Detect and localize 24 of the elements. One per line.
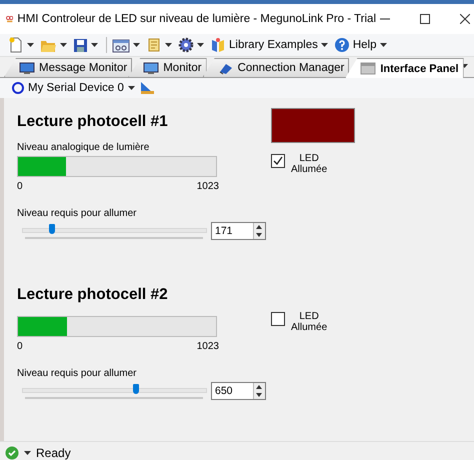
checkbox-sublabel: Allumée — [291, 322, 328, 333]
range-min-label: 0 — [17, 181, 23, 192]
tab[interactable]: Monitor — [128, 58, 207, 77]
checkbox-sublabel: Allumée — [291, 164, 328, 175]
slider-label: Niveau requis pour allumer — [17, 368, 138, 380]
window-title: HMI Controleur de LED sur niveau de lumière - MegunoLink Pro - Trial — [17, 13, 376, 25]
tab[interactable]: Message Monitor — [4, 58, 132, 77]
number-field[interactable]: 171 — [211, 222, 266, 240]
level-label: Niveau analogique de lumière — [17, 142, 150, 154]
status-text: Ready — [36, 446, 71, 460]
toolbar-label[interactable]: Library Examples — [229, 39, 318, 51]
slider-label: Niveau requis pour allumer — [17, 208, 138, 220]
checkbox-label: LED — [299, 311, 319, 322]
range-max-label: 1023 — [196, 341, 219, 352]
range-min-label: 0 — [17, 341, 23, 352]
range-max-label: 1023 — [196, 181, 219, 192]
section-title: Lecture photocell #1 — [17, 113, 169, 132]
checkbox-label: LED — [299, 153, 319, 164]
tab[interactable]: Connection Manager — [202, 58, 350, 77]
tab[interactable]: Interface Panel — [345, 58, 464, 78]
number-field[interactable]: 650 — [211, 382, 266, 400]
device-selector[interactable]: My Serial Device 0 — [28, 82, 124, 94]
toolbar-label[interactable]: Help — [352, 39, 376, 51]
section-title: Lecture photocell #2 — [17, 286, 169, 305]
